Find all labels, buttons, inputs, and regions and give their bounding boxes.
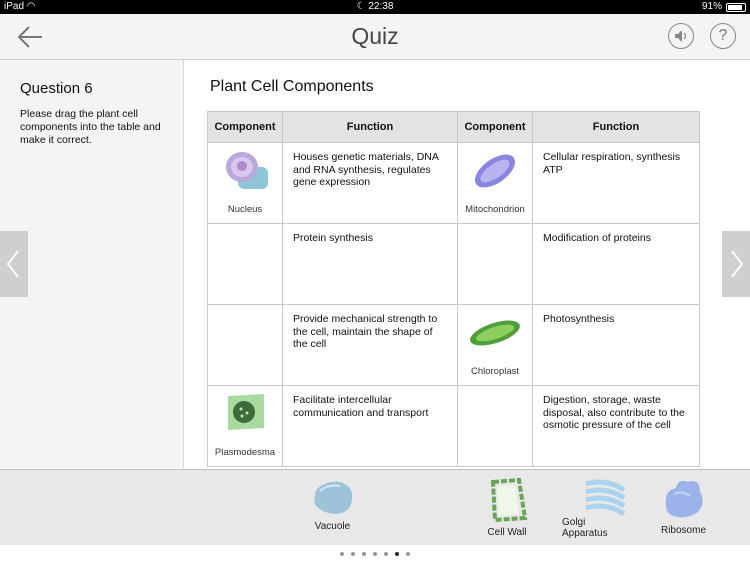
next-button[interactable] <box>722 231 750 297</box>
page-dot <box>340 552 344 556</box>
components-table: Component Function Component Function Nu… <box>207 111 700 467</box>
page-dot <box>384 552 388 556</box>
mitochondrion-icon <box>474 154 516 188</box>
function-text: Houses genetic materials, DNA and RNA sy… <box>282 142 458 224</box>
column-header: Function <box>282 111 458 143</box>
page-indicator[interactable] <box>0 545 750 563</box>
drop-slot[interactable]: Mitochondrion <box>457 142 533 224</box>
table-row: Nucleus Houses genetic materials, DNA an… <box>207 142 700 224</box>
chevron-right-icon <box>731 250 744 278</box>
battery-icon <box>726 2 746 12</box>
drop-slot[interactable]: Nucleus <box>207 142 283 224</box>
tray-label: Ribosome <box>660 525 707 536</box>
function-text: Digestion, storage, waste disposal, also… <box>532 385 700 467</box>
component-tray: Vacuole Cell Wall Golgi Apparatus Riboso… <box>0 469 750 546</box>
golgi-apparatus-item[interactable]: Golgi Apparatus <box>562 476 632 539</box>
vacuole-icon <box>313 481 352 514</box>
component-label: Plasmodesma <box>214 447 276 458</box>
question-text: Please drag the plant cell components in… <box>20 108 161 146</box>
tray-label: Vacuole <box>314 521 351 532</box>
tray-label: Apparatus <box>562 528 608 539</box>
component-label: Mitochondrion <box>465 204 525 215</box>
function-text: Provide mechanical strength to the cell,… <box>282 304 458 386</box>
column-header: Component <box>207 111 283 143</box>
chloroplast-icon <box>470 320 520 346</box>
question-mark-icon: ? <box>718 27 728 44</box>
page-dot <box>373 552 377 556</box>
drop-slot[interactable] <box>457 223 533 305</box>
clock: 22:38 <box>368 1 394 12</box>
vacuole-item[interactable]: Vacuole <box>305 478 360 532</box>
cell-wall-item[interactable]: Cell Wall <box>482 476 532 538</box>
column-header: Function <box>532 111 700 143</box>
page-title: Quiz <box>351 23 399 49</box>
tray-label: Cell Wall <box>487 527 527 538</box>
page-dot <box>406 552 410 556</box>
ribosome-item[interactable]: Ribosome <box>656 476 711 536</box>
function-text: Modification of proteins <box>532 223 700 305</box>
function-text: Protein synthesis <box>282 223 458 305</box>
status-bar: iPad ◠ ☾ 22:38 91% <box>0 0 750 14</box>
drop-slot[interactable] <box>207 304 283 386</box>
cell-wall-icon <box>490 477 528 523</box>
battery-percent: 91% <box>701 1 722 12</box>
component-label: Nucleus <box>227 204 263 215</box>
ribosome-icon <box>665 480 703 518</box>
table-row: Protein synthesis Modification of protei… <box>207 223 700 305</box>
previous-button[interactable] <box>0 231 28 297</box>
table-header-row: Component Function Component Function <box>207 111 700 143</box>
speaker-icon <box>675 30 687 42</box>
nucleus-icon <box>226 152 268 189</box>
plasmodesma-icon <box>228 394 264 430</box>
drop-slot[interactable]: Plasmodesma <box>207 385 283 467</box>
component-label: Chloroplast <box>470 366 520 377</box>
page-dot <box>351 552 355 556</box>
question-title: Question 6 <box>20 80 93 97</box>
function-text: Cellular respiration, synthesis ATP <box>532 142 700 224</box>
page-dot <box>362 552 366 556</box>
drop-slot[interactable] <box>457 385 533 467</box>
drop-slot[interactable] <box>207 223 283 305</box>
drop-slot[interactable]: Chloroplast <box>457 304 533 386</box>
table-row: Plasmodesma Facilitate intercellular com… <box>207 385 700 467</box>
navigation-bar: Quiz ? <box>0 14 750 60</box>
table-row: Provide mechanical strength to the cell,… <box>207 304 700 386</box>
chevron-left-icon <box>6 250 19 278</box>
help-button[interactable]: ? <box>710 23 736 49</box>
column-header: Component <box>457 111 533 143</box>
moon-icon: ☾ <box>356 1 366 12</box>
page-dot-active <box>395 552 399 556</box>
function-text: Photosynthesis <box>532 304 700 386</box>
section-title: Plant Cell Components <box>210 78 374 95</box>
sound-button[interactable] <box>668 23 694 49</box>
function-text: Facilitate intercellular communication a… <box>282 385 458 467</box>
golgi-apparatus-icon <box>585 479 626 517</box>
